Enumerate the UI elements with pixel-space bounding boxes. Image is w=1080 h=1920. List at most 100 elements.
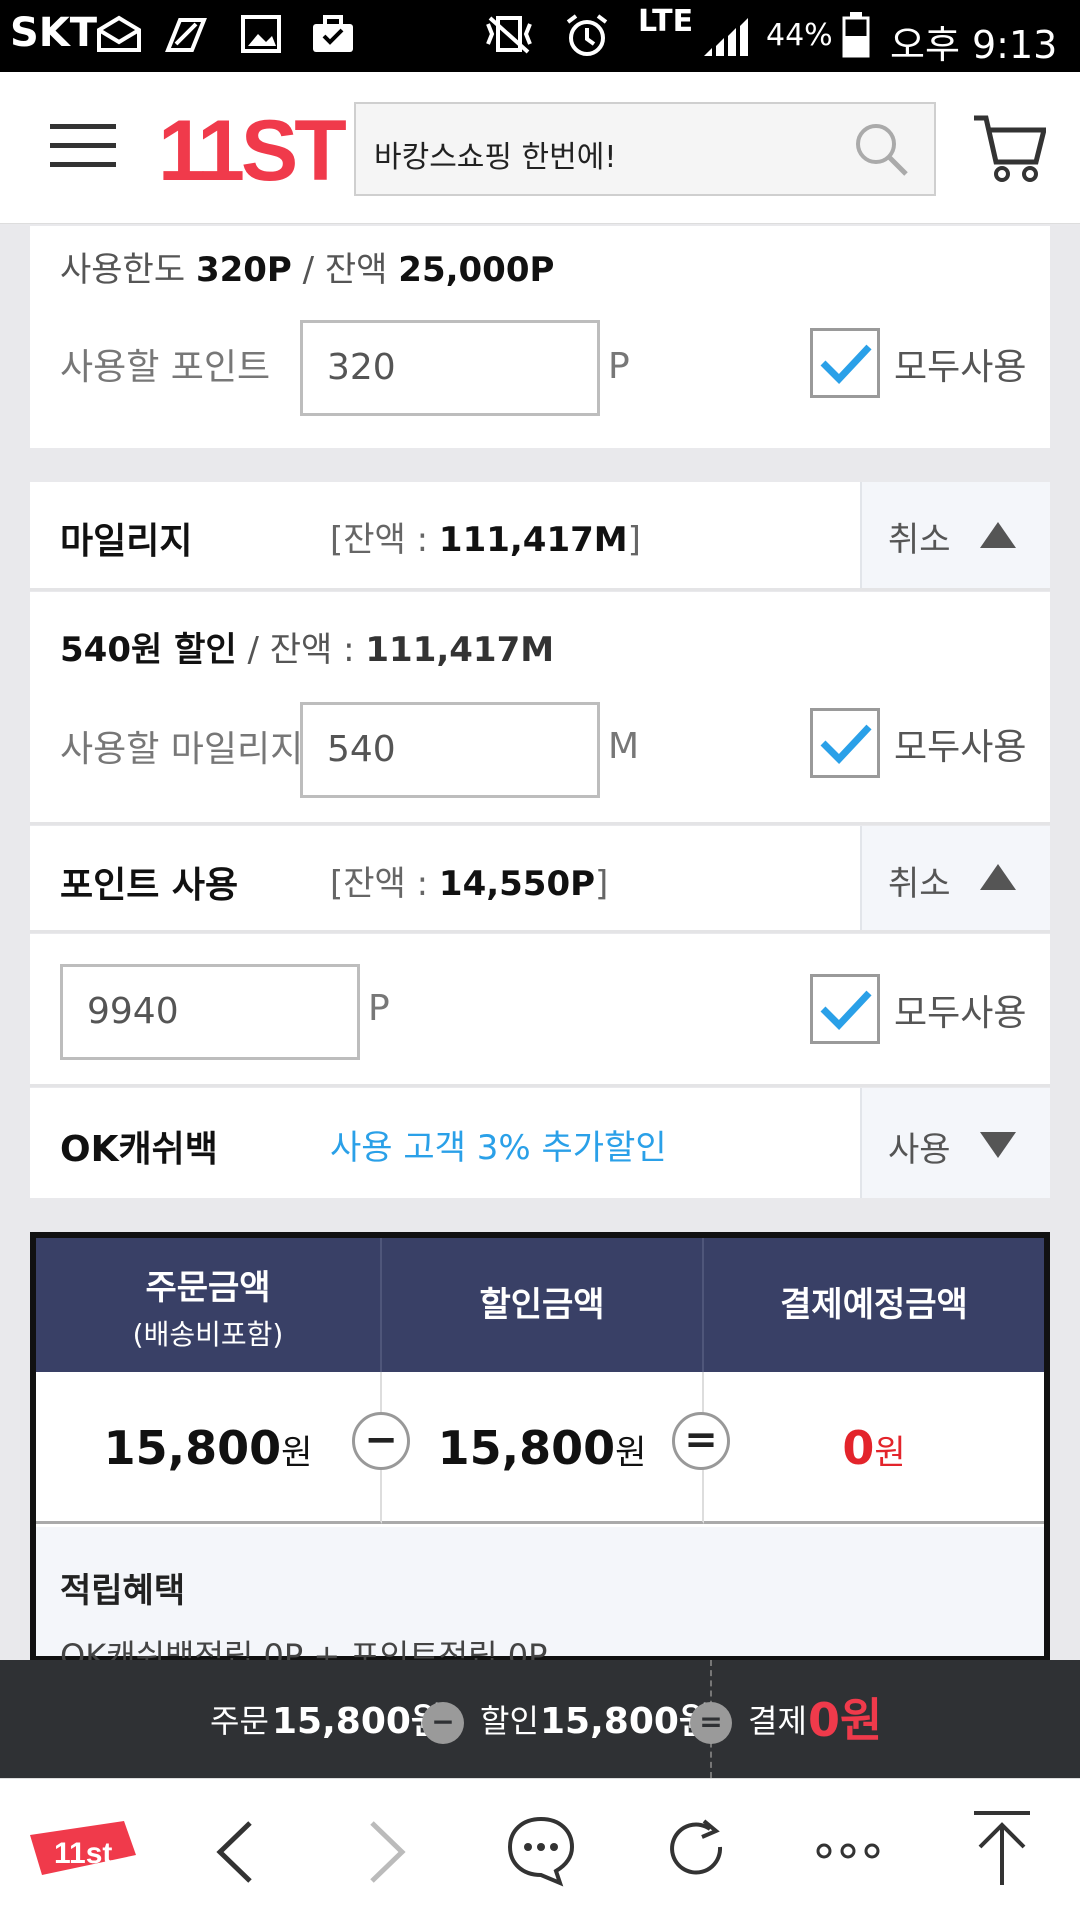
won-unit: 원 bbox=[615, 1433, 647, 1473]
ok-cashbag-row: OK캐쉬백 사용 고객 3% 추가할인 사용 bbox=[30, 1088, 1050, 1198]
use-all-mileage-checkbox[interactable] bbox=[810, 708, 880, 778]
signal-icon bbox=[704, 18, 748, 56]
search-icon[interactable] bbox=[854, 122, 910, 178]
point-use-title: 포인트 사용 bbox=[60, 865, 239, 906]
order-amount-cell: 15,800원 bbox=[36, 1372, 382, 1524]
chat-icon[interactable] bbox=[504, 1813, 578, 1887]
mail-icon bbox=[97, 15, 141, 52]
point-use-unit: P bbox=[368, 988, 390, 1029]
total-discount-label: 할인 bbox=[480, 1702, 539, 1740]
reward-title: 적립혜택 bbox=[60, 1571, 186, 1611]
total-order-value: 15,800원 bbox=[272, 1701, 445, 1742]
briefcase-icon bbox=[313, 15, 353, 52]
final-amount-header: 결제예정금액 bbox=[780, 1285, 968, 1325]
point-use-cancel-toggle[interactable]: 취소 bbox=[860, 826, 1050, 930]
sync-icon bbox=[165, 18, 207, 52]
mileage-body: 540원 할인 / 잔액 : 111,417M 사용할 마일리지 540 M 모… bbox=[30, 592, 1050, 822]
use-all-point-use-checkbox[interactable] bbox=[810, 974, 880, 1044]
total-order-label: 주문 bbox=[210, 1702, 269, 1740]
use-mileage-value: 540 bbox=[327, 729, 396, 770]
final-amount-cell: 0원 bbox=[704, 1372, 1044, 1524]
carrier-label: SKT bbox=[10, 10, 98, 56]
use-all-mileage-label: 모두사용 bbox=[894, 727, 1027, 768]
order-amount-value: 15,800 bbox=[103, 1421, 282, 1475]
minus-operator-icon: − bbox=[352, 1412, 410, 1470]
discount-amount-value: 15,800 bbox=[437, 1421, 616, 1475]
alarm-icon bbox=[566, 14, 608, 56]
use-all-point-label: 모두사용 bbox=[894, 347, 1027, 388]
use-all-point-checkbox[interactable] bbox=[810, 328, 880, 398]
mileage-unit: M bbox=[608, 726, 640, 767]
use-mileage-input[interactable]: 540 bbox=[300, 702, 600, 798]
point-use-value: 9940 bbox=[87, 991, 179, 1032]
checkmark-icon bbox=[820, 344, 872, 385]
order-amount-header: 주문금액 (배송비포함) bbox=[36, 1238, 382, 1372]
use-point-label: 사용할 포인트 bbox=[60, 347, 271, 388]
cart-icon[interactable] bbox=[972, 112, 1046, 184]
more-options-icon[interactable] bbox=[816, 1839, 880, 1863]
mileage-sub-balance-label: / 잔액 : bbox=[247, 630, 366, 670]
use-point-value: 320 bbox=[327, 347, 396, 388]
refresh-icon[interactable] bbox=[664, 1817, 730, 1883]
scroll-to-top-icon[interactable] bbox=[970, 1809, 1034, 1889]
ok-cashbag-promo[interactable]: 사용 고객 3% 추가할인 bbox=[330, 1120, 667, 1169]
divider bbox=[30, 822, 1050, 825]
reward-section: 적립혜택 OK캐쉬백적립 0P + 포인트적립 0P bbox=[36, 1527, 1044, 1675]
network-label: LTE bbox=[638, 4, 694, 39]
point-use-header: 포인트 사용 [잔액 : 14,550P] 취소 bbox=[30, 826, 1050, 930]
mileage-cancel-toggle[interactable]: 취소 bbox=[860, 482, 1050, 588]
payment-summary: 주문금액 (배송비포함) 할인금액 결제예정금액 15,800원 15,800원… bbox=[30, 1232, 1050, 1675]
mileage-balance-value: 111,417M bbox=[438, 520, 628, 560]
gallery-icon bbox=[241, 15, 281, 53]
summary-header: 주문금액 (배송비포함) 할인금액 결제예정금액 bbox=[36, 1238, 1044, 1372]
total-pay-label: 결제 bbox=[748, 1702, 807, 1740]
use-point-input[interactable]: 320 bbox=[300, 320, 600, 416]
final-amount-value: 0 bbox=[842, 1421, 875, 1475]
order-header-sub: (배송비포함) bbox=[132, 1318, 284, 1351]
limit-label: 사용한도 bbox=[60, 250, 186, 290]
total-summary-bar: 주문 15,800원 − 할인 15,800원 = 결제 0원 bbox=[0, 1660, 1080, 1778]
back-icon[interactable] bbox=[210, 1819, 260, 1885]
app-header: 11ST 바캉스쇼핑 한번에! bbox=[0, 72, 1080, 224]
checkmark-icon bbox=[820, 990, 872, 1031]
hamburger-menu-icon[interactable] bbox=[50, 122, 116, 170]
mileage-toggle-label: 취소 bbox=[888, 520, 951, 560]
divider bbox=[30, 588, 1050, 591]
order-header-label: 주문금액 bbox=[145, 1268, 271, 1308]
ok-cashbag-use-toggle[interactable]: 사용 bbox=[860, 1088, 1050, 1198]
ok-cashbag-title: OK캐쉬백 bbox=[60, 1129, 218, 1170]
minus-icon: − bbox=[422, 1702, 464, 1744]
triangle-up-icon bbox=[980, 522, 1016, 548]
brand-logo[interactable]: 11ST bbox=[158, 102, 347, 201]
point-limit-line: 사용한도 320P / 잔액 25,000P bbox=[60, 250, 555, 290]
triangle-down-icon bbox=[980, 1132, 1016, 1158]
mileage-balance-suffix: ] bbox=[627, 520, 641, 560]
discount-amount-cell: 15,800원 bbox=[382, 1372, 704, 1524]
svg-text:11st: 11st bbox=[54, 1837, 112, 1870]
search-input[interactable]: 바캉스쇼핑 한번에! bbox=[354, 102, 936, 196]
won-unit: 원 bbox=[281, 1433, 313, 1473]
equals-icon: = bbox=[690, 1702, 732, 1744]
total-discount-value: 15,800원 bbox=[540, 1701, 713, 1742]
use-all-point-use-label: 모두사용 bbox=[894, 993, 1027, 1034]
total-pay-value: 0원 bbox=[808, 1693, 883, 1747]
clock-label: 오후 9:13 bbox=[890, 23, 1058, 67]
point-use-body: 9940 P 모두사용 bbox=[30, 934, 1050, 1084]
point-use-input[interactable]: 9940 bbox=[60, 964, 360, 1060]
divider bbox=[30, 1084, 1050, 1087]
forward-icon[interactable] bbox=[362, 1819, 412, 1885]
point-use-balance-prefix: [잔액 : bbox=[330, 864, 439, 904]
battery-label: 44% bbox=[766, 18, 833, 53]
limit-value: 320P bbox=[195, 250, 292, 290]
battery-icon bbox=[842, 12, 870, 58]
mileage-discount-text: 540원 할인 bbox=[60, 630, 237, 670]
11st-home-icon[interactable]: 11st bbox=[24, 1815, 140, 1887]
divider bbox=[30, 930, 1050, 933]
triangle-up-icon bbox=[980, 864, 1016, 890]
won-unit: 원 bbox=[874, 1433, 906, 1473]
point-unit: P bbox=[608, 346, 630, 387]
status-bar: SKT LTE 44% 오후 9:13 bbox=[0, 0, 1080, 72]
point-use-balance-suffix: ] bbox=[595, 864, 609, 904]
use-mileage-label: 사용할 마일리지 bbox=[60, 729, 304, 770]
ok-cashbag-toggle-label: 사용 bbox=[888, 1130, 951, 1170]
